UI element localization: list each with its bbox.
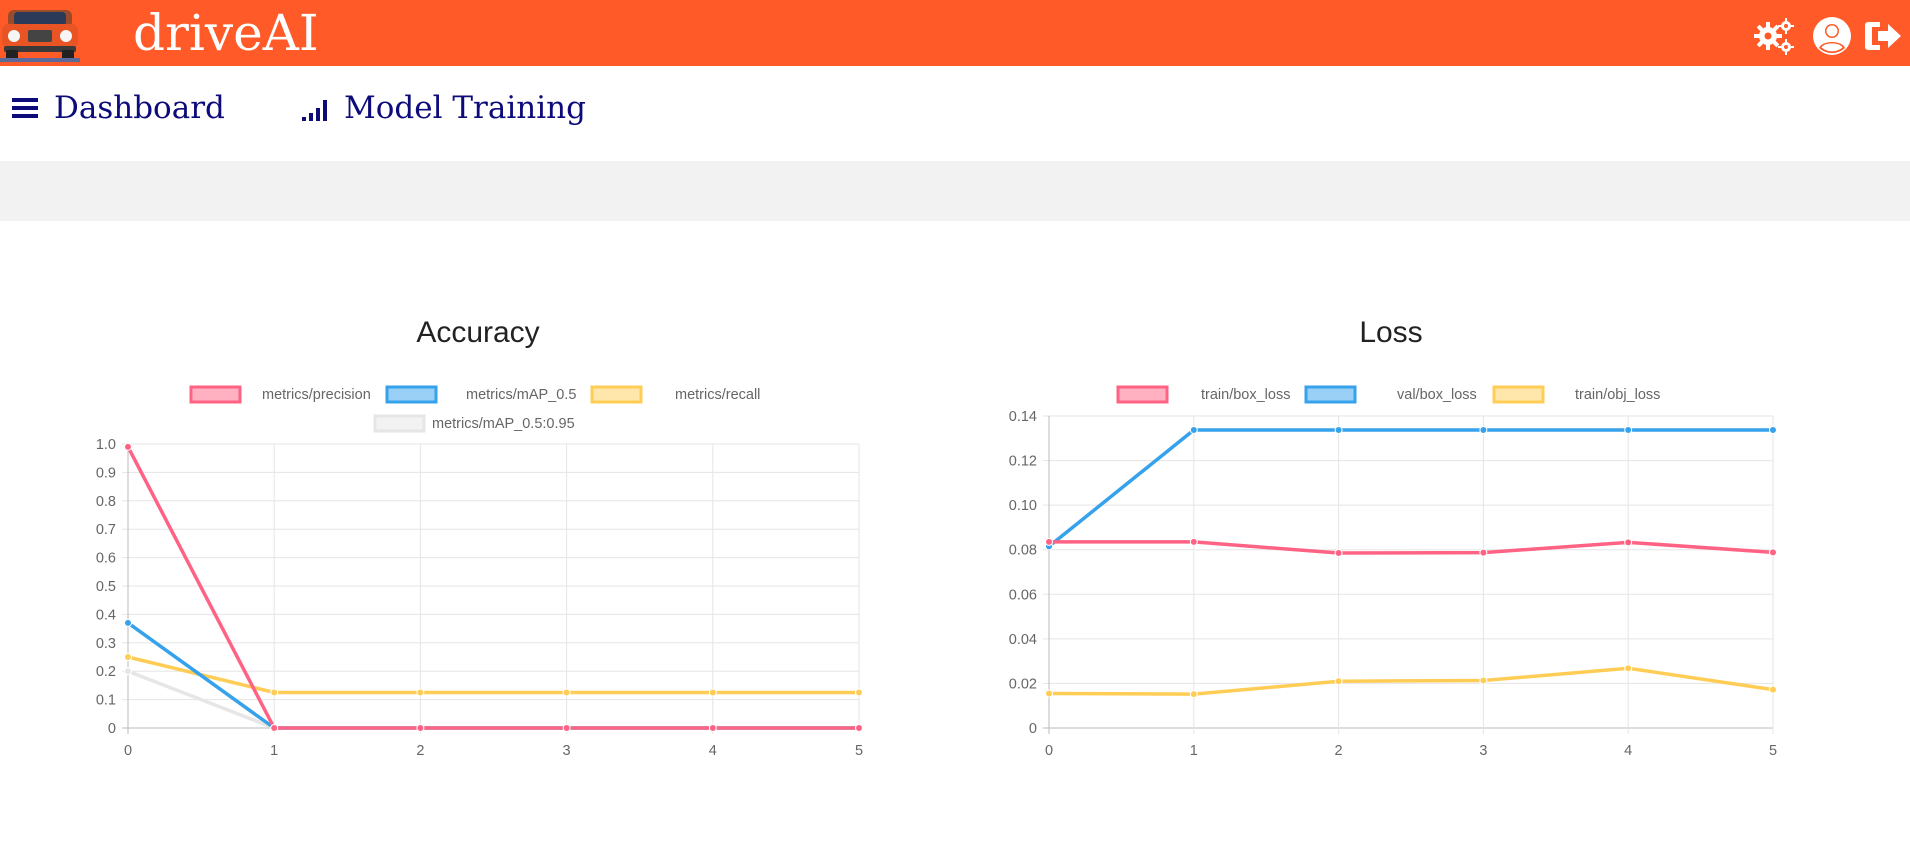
- accuracy-data-point: [416, 724, 425, 732]
- loss-data-point: [1045, 689, 1053, 698]
- accuracy-y-tick-label: 0.8: [96, 494, 116, 510]
- loss-data-point: [1479, 426, 1488, 435]
- accuracy-y-tick-label: 0.5: [96, 579, 116, 595]
- accuracy-data-point: [562, 724, 571, 732]
- loss-series-line: [1047, 428, 1773, 548]
- charts-canvas: 0 0.1 0.2 0.3 0.4 0.5 0.6 0.7 0.8 0.9 1.0 0 1 2 3 4 5 met…: [96, 385, 1777, 759]
- loss-legend-swatch: [1304, 385, 1357, 404]
- accuracy-series-line: [126, 446, 859, 730]
- accuracy-legend-label: metrics/mAP_0.5:0.95: [432, 416, 575, 432]
- accuracy-data-point: [270, 688, 279, 697]
- accuracy-data-point: [124, 618, 132, 627]
- loss-series-line: [1049, 540, 1774, 555]
- loss-data-point: [1334, 677, 1343, 686]
- loss-data-point: [1479, 676, 1488, 685]
- accuracy-y-tick-label: 0.3: [96, 636, 116, 652]
- loss-data-point: [1189, 537, 1198, 546]
- loss-data-point: [1045, 537, 1053, 546]
- accuracy-y-tick-label: 0.6: [96, 551, 116, 567]
- loss-data-point: [1189, 426, 1198, 435]
- loss-data-point: [1624, 538, 1633, 547]
- loss-x-tick-label: 3: [1479, 743, 1487, 759]
- accuracy-legend-swatch: [590, 385, 643, 404]
- loss-data-point: [1479, 548, 1488, 557]
- loss-y-tick-label: 0.12: [1009, 454, 1037, 470]
- accuracy-data-point: [270, 724, 279, 732]
- loss-y-tick-label: 0.04: [1009, 632, 1037, 648]
- accuracy-legend-label: metrics/mAP_0.5: [466, 387, 576, 403]
- loss-x-tick-label: 4: [1624, 743, 1632, 759]
- accuracy-y-tick-label: 0.7: [96, 522, 116, 538]
- loss-y-tick-label: 0.14: [1009, 409, 1037, 425]
- accuracy-legend-swatch: [373, 414, 426, 433]
- accuracy-y-tick-label: 0: [108, 721, 116, 737]
- loss-data-point: [1334, 426, 1343, 435]
- loss-series-line: [1048, 666, 1774, 696]
- loss-legend-label: val/box_loss: [1397, 387, 1477, 403]
- loss-data-point: [1624, 664, 1633, 673]
- accuracy-data-point: [708, 688, 717, 697]
- loss-legend-swatch: [1492, 385, 1545, 404]
- accuracy-data-point: [124, 442, 132, 451]
- accuracy-data-point: [855, 688, 863, 697]
- accuracy-y-tick-label: 0.2: [96, 664, 116, 680]
- accuracy-y-tick-label: 0.1: [96, 693, 116, 709]
- accuracy-x-tick-label: 4: [709, 743, 717, 759]
- accuracy-legend-swatch: [189, 385, 242, 404]
- accuracy-data-point: [124, 667, 132, 676]
- loss-y-tick-label: 0.10: [1009, 498, 1037, 514]
- loss-data-point: [1769, 685, 1777, 694]
- loss-x-tick-label: 0: [1045, 743, 1053, 759]
- loss-legend-label: train/box_loss: [1201, 387, 1290, 403]
- loss-y-tick-label: 0.08: [1009, 543, 1037, 559]
- accuracy-y-tick-label: 0.9: [96, 465, 116, 481]
- loss-data-point: [1624, 426, 1633, 435]
- loss-y-tick-label: 0.06: [1009, 587, 1037, 603]
- loss-x-tick-label: 5: [1769, 743, 1777, 759]
- loss-y-tick-label: 0: [1029, 721, 1037, 737]
- accuracy-series-line: [127, 655, 859, 695]
- accuracy-data-point: [708, 724, 717, 732]
- loss-data-point: [1334, 549, 1343, 558]
- loss-legend-label: train/obj_loss: [1575, 387, 1660, 403]
- accuracy-x-tick-label: 2: [416, 743, 424, 759]
- loss-y-tick-label: 0.02: [1009, 676, 1037, 692]
- accuracy-x-tick-label: 0: [124, 743, 132, 759]
- loss-data-point: [1769, 548, 1777, 557]
- loss-x-tick-label: 2: [1335, 743, 1343, 759]
- accuracy-legend-swatch: [385, 385, 438, 404]
- accuracy-chart: 0 0.1 0.2 0.3 0.4 0.5 0.6 0.7 0.8 0.9 1.0 0 1 2 3 4 5 met…: [96, 385, 863, 759]
- accuracy-legend-label: metrics/recall: [675, 387, 760, 403]
- accuracy-data-point: [124, 653, 132, 661]
- accuracy-data-point: [855, 724, 863, 732]
- accuracy-data-point: [416, 688, 425, 697]
- accuracy-x-tick-label: 5: [855, 743, 863, 759]
- accuracy-x-tick-label: 1: [270, 743, 278, 759]
- accuracy-y-tick-label: 1.0: [96, 437, 116, 453]
- loss-data-point: [1189, 690, 1198, 699]
- loss-data-point: [1769, 426, 1777, 435]
- accuracy-legend-label: metrics/precision: [262, 387, 371, 403]
- loss-x-tick-label: 1: [1190, 743, 1198, 759]
- loss-chart: 0 0.02 0.04 0.06 0.08 0.10 0.12 0.14 0 1 2 3 4 5 train…: [1009, 385, 1777, 759]
- accuracy-data-point: [562, 688, 571, 697]
- loss-legend-swatch: [1116, 385, 1169, 404]
- accuracy-y-tick-label: 0.4: [96, 607, 116, 623]
- accuracy-x-tick-label: 3: [563, 743, 571, 759]
